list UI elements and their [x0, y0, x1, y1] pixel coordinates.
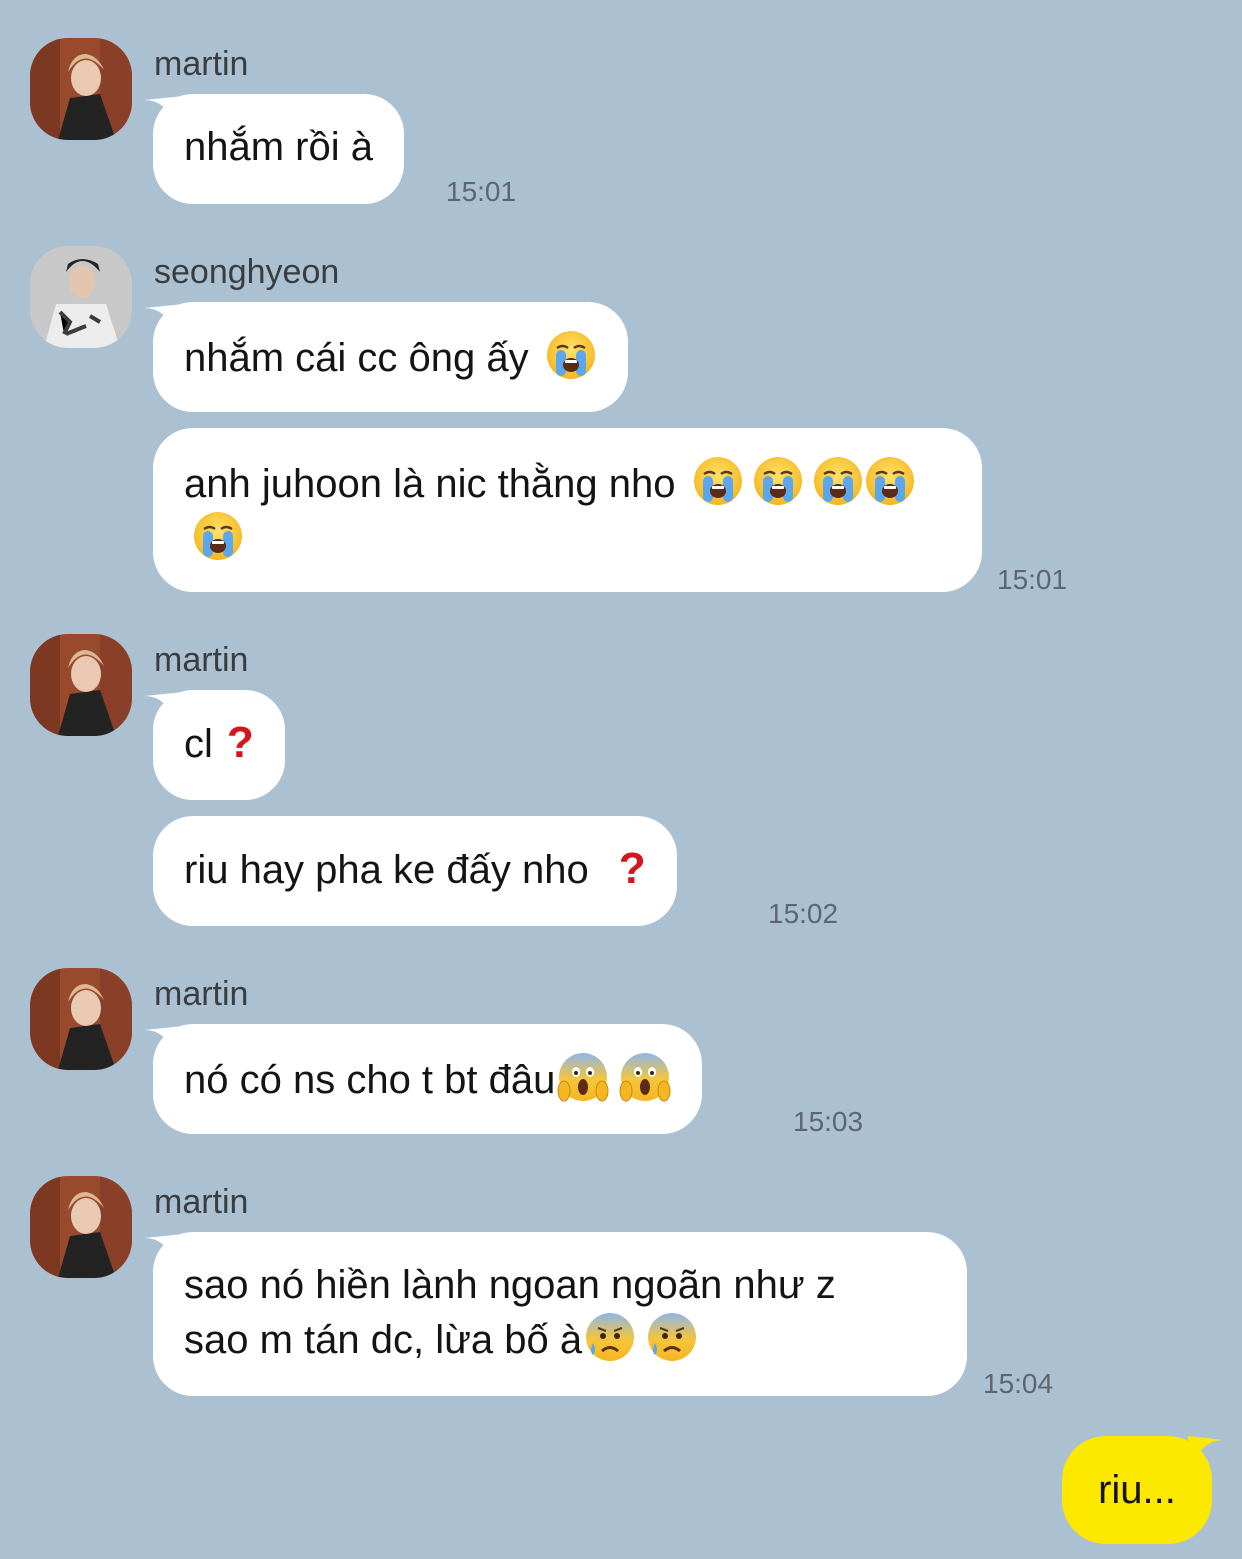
loudly-crying-face-icon	[864, 455, 916, 507]
loudly-crying-face-icon	[812, 455, 864, 507]
message-time: 15:01	[997, 564, 1068, 595]
sender-name: martin	[154, 641, 249, 679]
face-screaming-in-fear-icon	[557, 1051, 609, 1103]
message-text: sao nó hiền lành ngoan ngoãn như z sao m…	[184, 1263, 836, 1362]
face-screaming-in-fear-icon	[619, 1051, 671, 1103]
loudly-crying-face-icon	[752, 455, 804, 507]
avatar-martin[interactable]	[30, 38, 132, 140]
anxious-face-with-sweat-icon	[646, 1311, 698, 1363]
message-bubble[interactable]: riu hay pha ke đấy nho?	[153, 816, 677, 926]
profile-photo-martin	[30, 38, 132, 140]
sender-name: martin	[154, 45, 249, 83]
message-bubble[interactable]: sao nó hiền lành ngoan ngoãn như z sao m…	[153, 1232, 967, 1396]
loudly-crying-face-icon	[692, 455, 744, 507]
message-time: 15:01	[446, 176, 517, 207]
message-time: 15:02	[768, 898, 839, 929]
outgoing-message-bubble[interactable]: riu...	[1062, 1436, 1212, 1544]
sender-name: seonghyeon	[154, 253, 340, 291]
profile-photo-martin	[30, 1176, 132, 1278]
message-bubble[interactable]: cl?	[153, 690, 285, 800]
avatar-martin[interactable]	[30, 1176, 132, 1278]
avatar-martin[interactable]	[30, 634, 132, 736]
message-text: cl	[184, 722, 213, 766]
message-time: 15:03	[793, 1106, 864, 1137]
message-text: anh juhoon là nic thằng nho	[184, 462, 676, 506]
profile-photo-martin	[30, 634, 132, 736]
message-bubble[interactable]: anh juhoon là nic thằng nho	[153, 428, 982, 592]
avatar-martin[interactable]	[30, 968, 132, 1070]
message-text: riu hay pha ke đấy nho	[184, 848, 589, 892]
profile-photo-martin	[30, 968, 132, 1070]
sender-name: martin	[154, 1183, 249, 1221]
message-text: nhắm cái cc ông ấy	[184, 336, 529, 380]
message-bubble[interactable]: nhắm rồi à	[153, 94, 404, 204]
loudly-crying-face-icon	[545, 329, 597, 381]
message-text: nhắm rồi à	[184, 125, 373, 169]
message-time: 15:04	[983, 1368, 1054, 1399]
avatar-seonghyeon[interactable]	[30, 246, 132, 348]
anxious-face-with-sweat-icon	[584, 1311, 636, 1363]
red-question-mark-icon: ?	[618, 844, 646, 893]
message-bubble[interactable]: nhắm cái cc ông ấy	[153, 302, 628, 412]
message-bubble[interactable]: nó có ns cho t bt đâu	[153, 1024, 703, 1134]
outgoing-message-text: riu...	[1098, 1468, 1176, 1512]
sender-name: martin	[154, 975, 249, 1013]
message-text: nó có ns cho t bt đâu	[184, 1058, 556, 1102]
loudly-crying-face-icon	[192, 510, 244, 562]
red-question-mark-icon: ?	[226, 718, 254, 767]
profile-photo-seonghyeon	[30, 246, 132, 348]
